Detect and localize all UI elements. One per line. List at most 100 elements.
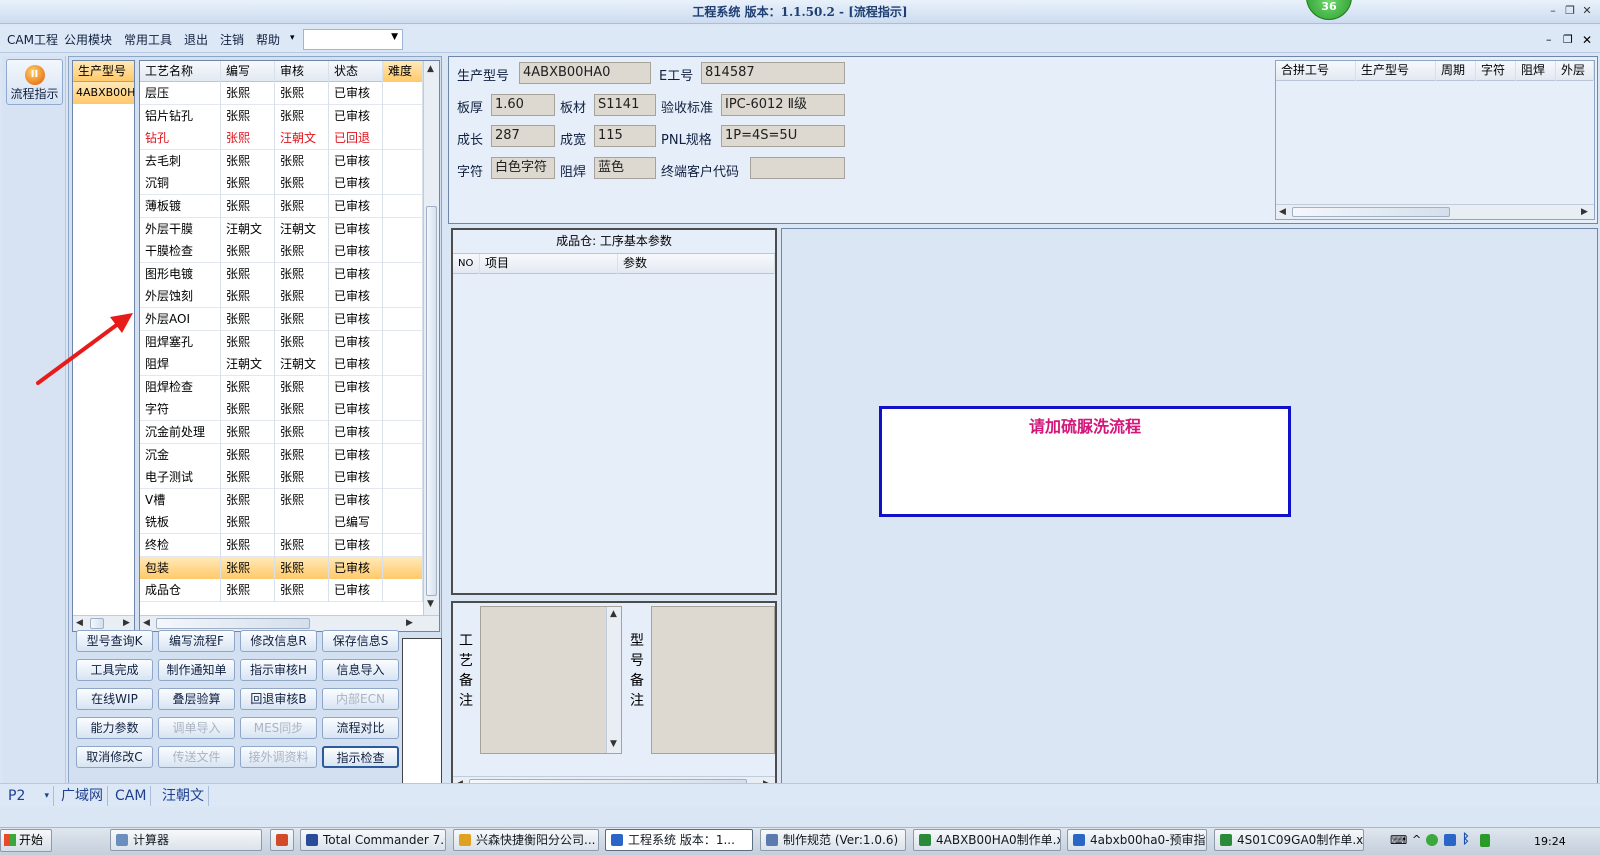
table-row[interactable]: 成品仓 张熙 张熙 已审核: [140, 579, 423, 603]
col-reviewer[interactable]: 审核: [275, 61, 329, 82]
action-button[interactable]: 回退审核B: [240, 688, 317, 710]
col-merge-model[interactable]: 生产型号: [1356, 61, 1436, 81]
table-row[interactable]: 阻焊 汪朝文 汪朝文 已审核: [140, 353, 423, 377]
action-button[interactable]: 型号查询K: [76, 630, 153, 652]
table-row[interactable]: 铝片钻孔 张熙 张熙 已审核: [140, 104, 423, 128]
vscroll-thumb[interactable]: [426, 206, 437, 596]
process-remark-field[interactable]: [480, 606, 622, 754]
minimize-icon[interactable]: –: [1546, 4, 1560, 18]
taskbar-item[interactable]: 兴森快捷衡阳分公司...: [453, 829, 599, 851]
action-button[interactable]: 调单导入: [158, 717, 235, 739]
action-button[interactable]: 传送文件: [158, 746, 235, 768]
field-thickness[interactable]: 1.60: [491, 94, 555, 116]
scroll-left-icon[interactable]: ◀: [1279, 207, 1286, 217]
field-silkscreen[interactable]: 白色字符: [491, 157, 555, 179]
field-standard[interactable]: IPC-6012 Ⅱ级: [721, 94, 845, 116]
table-row[interactable]: 外层干膜 汪朝文 汪朝文 已审核: [140, 217, 423, 241]
help-dropdown-icon[interactable]: ▾: [290, 33, 295, 43]
model-remark-field[interactable]: [651, 606, 775, 754]
action-button[interactable]: 取消修改C: [76, 746, 153, 768]
action-button[interactable]: 制作通知单: [158, 659, 235, 681]
action-button[interactable]: 修改信息R: [240, 630, 317, 652]
model-list-header[interactable]: 生产型号: [73, 61, 134, 82]
action-button[interactable]: 在线WIP: [76, 688, 153, 710]
scroll-down-icon[interactable]: ▼: [427, 599, 434, 609]
remark-vscroll[interactable]: ▲ ▼: [606, 607, 621, 753]
action-button[interactable]: 指示审核H: [240, 659, 317, 681]
table-row[interactable]: 阻焊检查 张熙 张熙 已审核: [140, 375, 423, 399]
action-button[interactable]: 叠层验算: [158, 688, 235, 710]
menu-combo-box[interactable]: ▼: [303, 29, 403, 50]
tray-network-icon[interactable]: [1444, 834, 1456, 846]
action-button[interactable]: 保存信息S: [322, 630, 399, 652]
action-button[interactable]: MES同步: [240, 717, 317, 739]
chevron-up-icon[interactable]: ^: [1412, 833, 1421, 846]
col-merge-period[interactable]: 周期: [1436, 61, 1476, 81]
flow-instruction-button[interactable]: II 流程指示: [6, 59, 63, 105]
taskbar-item[interactable]: 制作规范 (Ver:1.0.6): [760, 829, 906, 851]
taskbar-item[interactable]: 4S01C09GA0制作单.xl...: [1214, 829, 1364, 851]
table-row[interactable]: 终检 张熙 张熙 已审核: [140, 534, 423, 557]
scroll-up-icon[interactable]: ▲: [427, 64, 434, 74]
tray-security-icon[interactable]: [1480, 834, 1490, 847]
table-row[interactable]: 外层蚀刻 张熙 张熙 已审核: [140, 285, 423, 309]
field-pnl[interactable]: 1P=4S=5U: [721, 125, 845, 147]
child-minimize-icon[interactable]: –: [1546, 33, 1552, 46]
col-merge-outer[interactable]: 外层: [1556, 61, 1594, 81]
scroll-up-icon[interactable]: ▲: [610, 609, 617, 619]
col-difficulty[interactable]: 难度: [383, 61, 423, 82]
table-row[interactable]: 图形电镀 张熙 张熙 已审核: [140, 262, 423, 286]
col-item[interactable]: 项目: [480, 254, 618, 274]
taskbar-item[interactable]: 4abxb00ha0-预审指...: [1067, 829, 1207, 851]
taskbar-item[interactable]: 计算器: [110, 829, 262, 851]
table-row[interactable]: 外层AOI 张熙 张熙 已审核: [140, 308, 423, 331]
taskbar-item[interactable]: 4ABXB00HA0制作单.xl...: [913, 829, 1061, 851]
action-button[interactable]: 流程对比: [322, 717, 399, 739]
table-row[interactable]: 沉铜 张熙 张熙 已审核: [140, 172, 423, 196]
table-row[interactable]: 包装 张熙 张熙 已审核: [140, 556, 423, 580]
table-row[interactable]: 钻孔 张熙 汪朝文 已回退: [140, 127, 423, 151]
table-row[interactable]: 字符 张熙 张熙 已审核: [140, 398, 423, 422]
scroll-right-icon[interactable]: ▶: [406, 618, 413, 628]
action-button[interactable]: 信息导入: [322, 659, 399, 681]
scroll-down-icon[interactable]: ▼: [610, 739, 617, 749]
tray-refresh-icon[interactable]: [1426, 834, 1438, 846]
table-row[interactable]: 铣板 张熙 已编写: [140, 511, 423, 535]
close-icon[interactable]: ✕: [1580, 4, 1594, 18]
table-row[interactable]: V槽 张熙 张熙 已审核: [140, 488, 423, 512]
col-param[interactable]: 参数: [618, 254, 775, 274]
table-row[interactable]: 沉金 张熙 张熙 已审核: [140, 443, 423, 467]
table-row[interactable]: 沉金前处理 张熙 张熙 已审核: [140, 421, 423, 444]
menu-help[interactable]: 帮助: [256, 31, 280, 48]
field-width[interactable]: 115: [594, 125, 656, 147]
col-merge-no[interactable]: 合拼工号: [1276, 61, 1356, 81]
col-no[interactable]: NO: [453, 254, 480, 274]
menu-common-modules[interactable]: 公用模块: [64, 31, 112, 48]
taskbar-item[interactable]: 工程系统 版本：1...: [605, 829, 753, 851]
merge-hscroll[interactable]: ◀ ▶: [1276, 204, 1594, 219]
start-button[interactable]: 开始: [0, 829, 52, 852]
menu-exit[interactable]: 退出: [184, 31, 208, 48]
col-author[interactable]: 编写: [221, 61, 275, 82]
field-material[interactable]: S1141: [594, 94, 656, 116]
action-button[interactable]: 能力参数: [76, 717, 153, 739]
table-row[interactable]: 阻焊塞孔 张熙 张熙 已审核: [140, 330, 423, 354]
col-process-name[interactable]: 工艺名称: [140, 61, 221, 82]
model-list-item[interactable]: 4ABXB00H: [73, 82, 134, 104]
chevron-down-icon[interactable]: ▾: [44, 786, 49, 806]
child-restore-icon[interactable]: ❐: [1563, 33, 1573, 46]
bluetooth-icon[interactable]: ᛒ: [1462, 832, 1470, 847]
col-merge-silkscreen[interactable]: 字符: [1476, 61, 1516, 81]
menu-tools[interactable]: 常用工具: [124, 31, 172, 48]
field-model[interactable]: 4ABXB00HA0: [519, 62, 651, 84]
col-status[interactable]: 状态: [329, 61, 383, 82]
field-end-customer[interactable]: [750, 157, 845, 179]
action-button[interactable]: 内部ECN: [322, 688, 399, 710]
menu-logout[interactable]: 注销: [220, 31, 244, 48]
maximize-icon[interactable]: ❐: [1563, 4, 1577, 18]
action-button[interactable]: 编写流程F: [158, 630, 235, 652]
merge-hscroll-thumb[interactable]: [1292, 207, 1450, 217]
action-button[interactable]: 指示检查: [322, 746, 399, 768]
taskbar-item[interactable]: Total Commander 7.0 ...: [300, 829, 446, 851]
table-row[interactable]: 干膜检查 张熙 张熙 已审核: [140, 240, 423, 264]
